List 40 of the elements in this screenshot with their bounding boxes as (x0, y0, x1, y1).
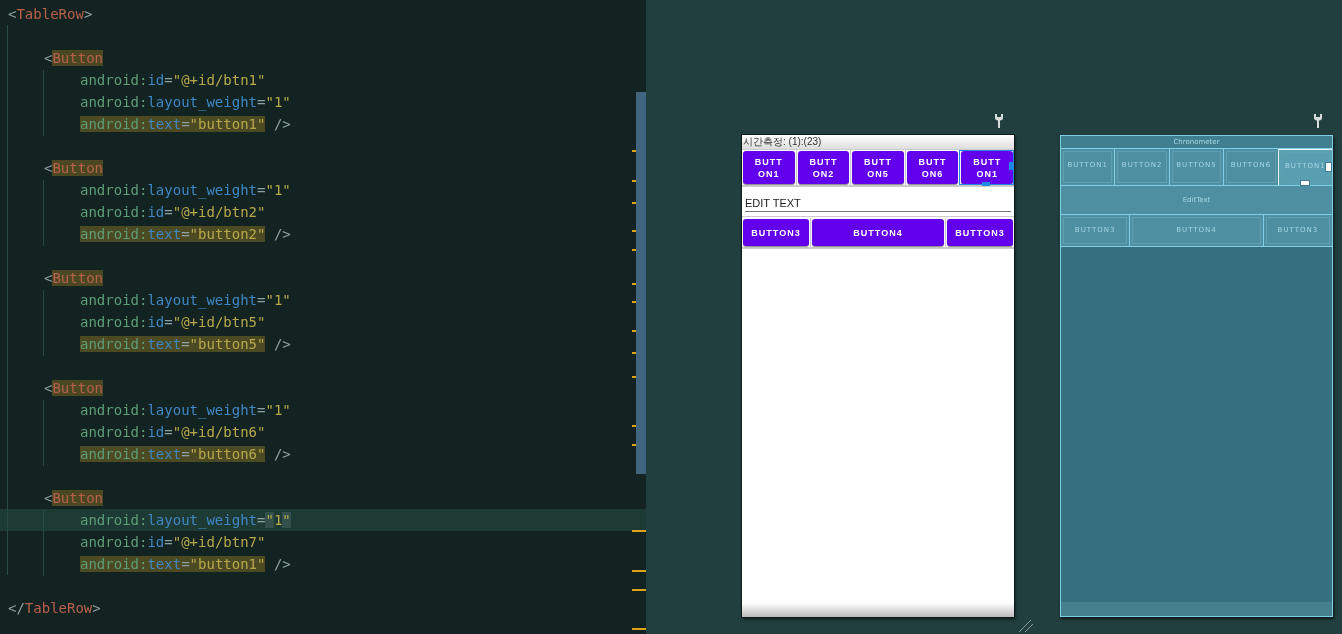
code-line: android:layout_weight="1" (80, 93, 291, 113)
code-line: <TableRow> (8, 5, 93, 24)
edit-text-field[interactable]: EDIT TEXT (745, 197, 1011, 212)
code-line: <Button (44, 159, 103, 178)
scrollbar-thumb[interactable] (636, 92, 646, 474)
preview-button[interactable]: BUTTON3 (947, 219, 1013, 246)
preview-button[interactable]: BUTTON4 (812, 219, 944, 246)
code-line: android:text="button2" /> (80, 225, 291, 244)
preview-button[interactable]: BUTTON6 (906, 151, 959, 184)
code-line: android:id="@+id/btn6" (80, 423, 266, 442)
code-line: android:text="button6" /> (80, 445, 291, 464)
code-line: android:text="button1" /> (80, 555, 291, 574)
resize-handle[interactable] (1325, 162, 1333, 172)
resize-handle[interactable] (981, 182, 990, 186)
code-line: android:id="@+id/btn2" (80, 203, 266, 222)
preview-button[interactable]: BUTTON5 (852, 151, 904, 184)
code-line: android:text="button5" /> (80, 335, 291, 354)
code-line: android:id="@+id/btn7" (80, 533, 266, 552)
code-line: android:layout_weight="1" (80, 401, 291, 421)
code-line: android:layout_weight="1" (80, 511, 291, 531)
code-line: android:id="@+id/btn5" (80, 313, 266, 332)
preview-button[interactable]: BUTTON1 (961, 151, 1013, 184)
code-line: <Button (44, 49, 103, 68)
code-line: </TableRow> (8, 599, 101, 618)
chronometer-text: 시간측정: (1):(23) (743, 136, 822, 147)
code-line: android:id="@+id/btn1" (80, 71, 266, 90)
resize-grip-icon[interactable] (1018, 619, 1034, 633)
preview-button[interactable]: BUTTON1 (743, 151, 795, 184)
wrench-icon[interactable] (1313, 114, 1323, 128)
code-line: android:layout_weight="1" (80, 181, 291, 201)
code-line: android:text="button1" /> (80, 115, 291, 134)
wrench-icon[interactable] (994, 114, 1004, 128)
code-line: <Button (44, 269, 103, 288)
preview-button[interactable]: BUTTON2 (797, 151, 850, 184)
resize-handle[interactable] (1008, 162, 1014, 170)
preview-button[interactable]: BUTTON3 (743, 219, 809, 246)
code-line: <Button (44, 379, 103, 398)
resize-handle[interactable] (1300, 180, 1310, 186)
code-line: android:layout_weight="1" (80, 291, 291, 311)
code-line: <Button (44, 489, 103, 508)
